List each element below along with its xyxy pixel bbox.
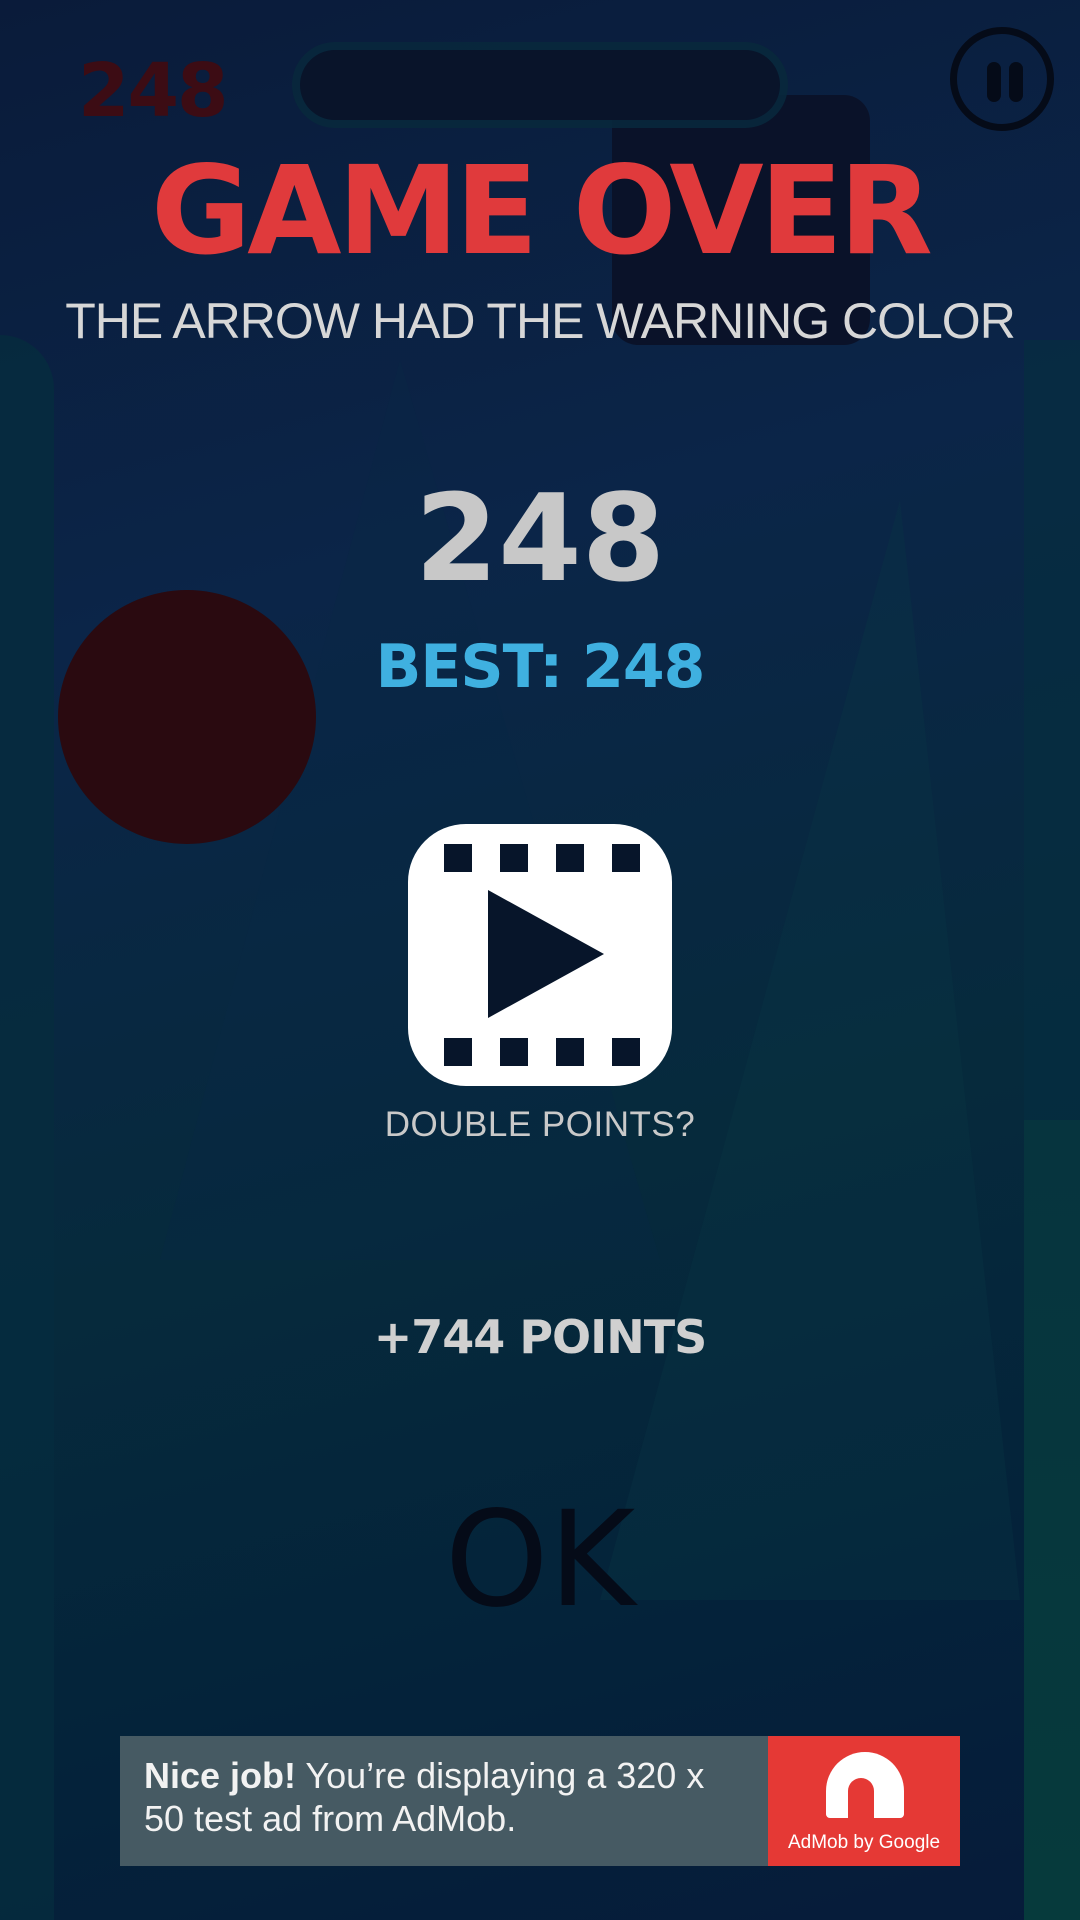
ad-banner[interactable]: Nice job! You’re displaying a 320 x 50 t…	[120, 1736, 960, 1866]
game-over-reason: THE ARROW HAD THE WARNING COLOR	[65, 293, 1016, 349]
ad-text: Nice job! You’re displaying a 320 x 50 t…	[144, 1754, 744, 1840]
pause-button[interactable]	[950, 27, 1054, 131]
best-score: BEST: 248	[375, 632, 706, 702]
hud-score: 248	[78, 48, 228, 134]
ad-headline: Nice job!	[144, 1755, 297, 1796]
final-score: 248	[414, 470, 666, 609]
background-strip-right	[1024, 1120, 1080, 1920]
admob-logo-text: AdMob by Google	[787, 1832, 941, 1853]
earned-points: +744 POINTS	[373, 1310, 708, 1364]
ok-button[interactable]: OK	[420, 1480, 660, 1640]
progress-bar	[300, 50, 780, 120]
admob-icon	[826, 1752, 904, 1818]
pause-icon	[1009, 62, 1023, 102]
background-red-circle	[58, 590, 316, 844]
admob-logo: AdMob by Google	[768, 1736, 960, 1866]
game-over-title: GAME OVER	[151, 140, 933, 282]
pause-icon	[987, 62, 1001, 102]
double-points-label: DOUBLE POINTS?	[384, 1105, 696, 1144]
watch-video-button[interactable]	[408, 824, 672, 1086]
film-play-icon	[408, 824, 672, 1086]
